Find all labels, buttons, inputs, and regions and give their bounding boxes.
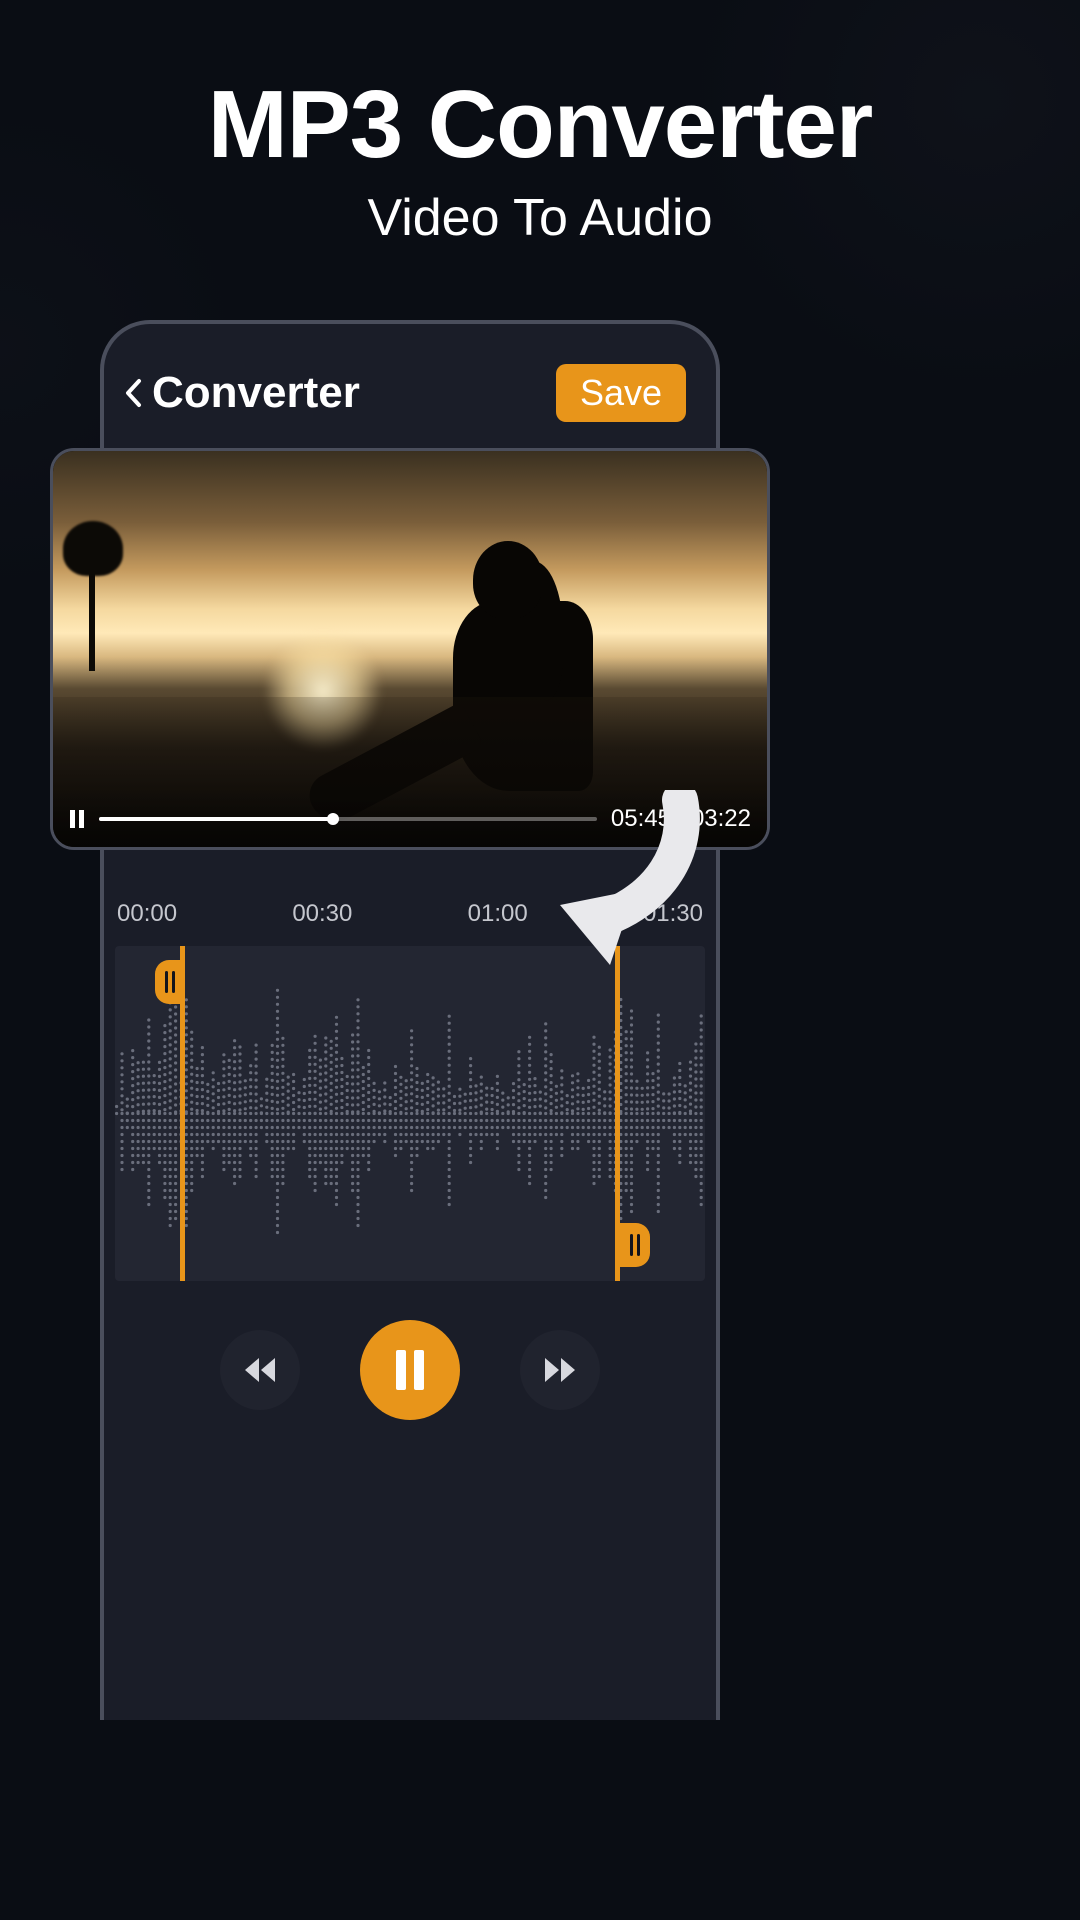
- hero-subtitle: Video To Audio: [0, 188, 1080, 248]
- app-header: Converter Save: [104, 324, 716, 442]
- tick-label: 01:00: [468, 900, 528, 928]
- playback-controls: [100, 1320, 720, 1420]
- rewind-icon: [243, 1356, 277, 1384]
- forward-button[interactable]: [520, 1330, 600, 1410]
- back-button[interactable]: Converter: [124, 368, 556, 418]
- rewind-button[interactable]: [220, 1330, 300, 1410]
- forward-icon: [543, 1356, 577, 1384]
- play-pause-button[interactable]: [360, 1320, 460, 1420]
- tick-label: 00:00: [117, 900, 177, 928]
- arrow-icon: [540, 790, 700, 970]
- chevron-left-icon: [124, 378, 142, 408]
- video-progress-bar[interactable]: [99, 817, 597, 821]
- waveform[interactable]: [115, 946, 705, 1281]
- tick-label: 00:30: [292, 900, 352, 928]
- pause-icon: [393, 1350, 427, 1390]
- trim-handle-end[interactable]: [620, 1223, 650, 1267]
- screen-title: Converter: [152, 368, 360, 418]
- hero: MP3 Converter Video To Audio: [0, 0, 1080, 248]
- video-thumbnail: 05:45 / 03:22: [53, 451, 767, 847]
- pause-icon[interactable]: [69, 810, 85, 828]
- save-button[interactable]: Save: [556, 364, 686, 422]
- hero-title: MP3 Converter: [0, 70, 1080, 180]
- trim-handle-start[interactable]: [155, 960, 185, 1004]
